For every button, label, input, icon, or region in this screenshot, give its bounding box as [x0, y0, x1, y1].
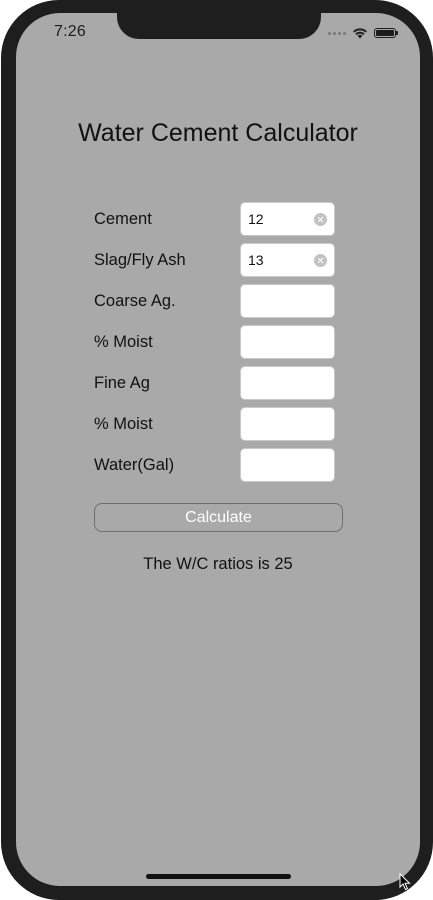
slag-fly-ash-input-value: 13 [248, 252, 264, 268]
wifi-icon [353, 28, 367, 39]
form-row-coarse-ag: Coarse Ag. [94, 284, 335, 318]
battery-icon [374, 28, 398, 38]
form-row-water-gal: Water(Gal) [94, 448, 335, 482]
slag-fly-ash-input[interactable]: 13 [240, 243, 335, 277]
coarse-ag-label: Coarse Ag. [94, 292, 176, 310]
device-canvas: 7:26 Water Cement Calculator Cement 12 S… [0, 0, 433, 900]
slag-fly-ash-label: Slag/Fly Ash [94, 251, 186, 269]
fine-ag-input[interactable] [240, 366, 335, 400]
result-text: The W/C ratios is 25 [143, 555, 293, 573]
form-row-fine-ag: Fine Ag [94, 366, 335, 400]
form-row-cement: Cement 12 [94, 202, 335, 236]
form-row-slag-fly-ash: Slag/Fly Ash 13 [94, 243, 335, 277]
water-gal-label: Water(Gal) [94, 456, 175, 474]
form-row-coarse-moist: % Moist [94, 325, 335, 359]
mouse-cursor-icon [399, 873, 411, 891]
fine-moist-input[interactable] [240, 407, 335, 441]
coarse-moist-input[interactable] [240, 325, 335, 359]
cement-input[interactable]: 12 [240, 202, 335, 236]
coarse-moist-label: % Moist [94, 333, 153, 351]
app-screen: 7:26 Water Cement Calculator Cement 12 S… [16, 13, 420, 886]
status-icons [328, 26, 398, 40]
fine-ag-label: Fine Ag [94, 374, 150, 392]
cement-label: Cement [94, 210, 152, 228]
clear-icon[interactable] [314, 213, 327, 226]
form-row-fine-moist: % Moist [94, 407, 335, 441]
home-indicator[interactable] [146, 874, 291, 879]
phone-frame: 7:26 Water Cement Calculator Cement 12 S… [1, 0, 433, 900]
coarse-ag-input[interactable] [240, 284, 335, 318]
cement-input-value: 12 [248, 211, 264, 227]
status-time: 7:26 [54, 23, 86, 40]
calculate-button[interactable]: Calculate [94, 503, 343, 532]
camera-notch [117, 13, 321, 39]
clear-icon[interactable] [314, 254, 327, 267]
fine-moist-label: % Moist [94, 415, 153, 433]
page-title: Water Cement Calculator [78, 119, 358, 147]
water-gal-input[interactable] [240, 448, 335, 482]
signal-dots-icon [328, 31, 346, 35]
